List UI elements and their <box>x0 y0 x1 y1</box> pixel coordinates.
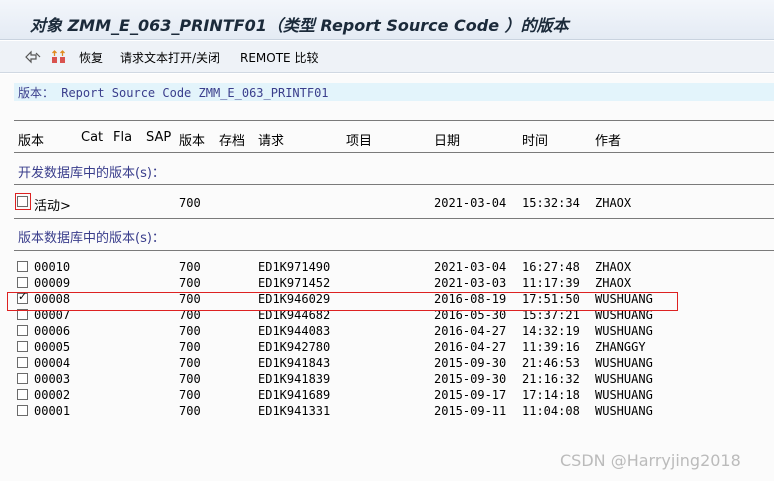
row-author: WUSHUANG <box>595 324 653 338</box>
row-checkbox[interactable] <box>17 277 28 288</box>
row-version[interactable]: 00006 <box>34 324 70 338</box>
row-checkbox[interactable] <box>17 261 28 272</box>
row-request: ED1K941843 <box>258 356 331 370</box>
active-author: ZHAOX <box>595 196 632 210</box>
row-time: 11:04:08 <box>522 404 580 418</box>
row-date: 2015-09-11 <box>434 404 507 418</box>
active-release: 700 <box>179 196 201 210</box>
row-version[interactable]: 00010 <box>34 260 70 274</box>
active-date: 2021-03-04 <box>434 196 507 210</box>
row-time: 21:46:53 <box>522 356 580 370</box>
col-sap[interactable]: SAP <box>146 130 171 145</box>
restore-icon[interactable] <box>50 49 68 65</box>
row-release: 700 <box>179 276 201 290</box>
col-author[interactable]: 作者 <box>595 130 621 149</box>
col-fla[interactable]: Fla <box>113 130 132 145</box>
col-archive[interactable]: 存档 <box>219 130 245 149</box>
row-request: ED1K941331 <box>258 404 331 418</box>
row-request: ED1K941839 <box>258 372 331 386</box>
divider <box>14 152 774 153</box>
db-section-label: 版本数据库中的版本(s)： <box>18 231 165 246</box>
version-header: 版本： Report Source Code ZMM_E_063_PRINTF0… <box>18 86 329 100</box>
toolbar: 恢复 请求文本打开/关闭 REMOTE 比较 <box>0 41 774 73</box>
row-author: WUSHUANG <box>595 404 653 418</box>
row-request: ED1K941689 <box>258 388 331 402</box>
row-request: ED1K971490 <box>258 260 331 274</box>
row-release: 700 <box>179 388 201 402</box>
row-checkbox[interactable] <box>17 373 28 384</box>
row-time: 11:39:16 <box>522 340 580 354</box>
row-author: ZHAOX <box>595 276 632 290</box>
row-checkbox[interactable] <box>17 357 28 368</box>
row-release: 700 <box>179 324 201 338</box>
watermark: CSDN @Harryjing2018 <box>560 451 741 470</box>
row-date: 2016-04-27 <box>434 340 507 354</box>
row-release: 700 <box>179 372 201 386</box>
row-time: 14:32:19 <box>522 324 580 338</box>
page-title: 对象 ZMM_E_063_PRINTF01（类型 Report Source C… <box>30 16 569 35</box>
row-time: 11:17:39 <box>522 276 580 290</box>
row-author: WUSHUANG <box>595 388 653 402</box>
row-author: ZHANGGY <box>595 340 646 354</box>
row-release: 700 <box>179 340 201 354</box>
col-date[interactable]: 日期 <box>434 130 460 149</box>
row-version[interactable]: 00005 <box>34 340 70 354</box>
title-bar: 对象 ZMM_E_063_PRINTF01（类型 Report Source C… <box>0 0 774 40</box>
row-date: 2015-09-17 <box>434 388 507 402</box>
col-request[interactable]: 请求 <box>258 130 284 149</box>
row-date: 2021-03-03 <box>434 276 507 290</box>
row-checkbox[interactable] <box>17 389 28 400</box>
divider <box>14 250 774 251</box>
row-request: ED1K944083 <box>258 324 331 338</box>
row-author: ZHAOX <box>595 260 632 274</box>
row-time: 17:14:18 <box>522 388 580 402</box>
active-version[interactable]: 活动> <box>34 195 71 214</box>
dev-section-label: 开发数据库中的版本(s)： <box>18 166 165 181</box>
col-cat[interactable]: Cat <box>81 130 103 145</box>
row-checkbox[interactable] <box>17 405 28 416</box>
divider <box>14 184 774 185</box>
row-version[interactable]: 00004 <box>34 356 70 370</box>
restore-button[interactable]: 恢复 <box>79 49 103 66</box>
row-checkbox[interactable] <box>17 341 28 352</box>
row-request: ED1K942780 <box>258 340 331 354</box>
request-text-toggle-button[interactable]: 请求文本打开/关闭 <box>120 49 220 66</box>
row-version[interactable]: 00003 <box>34 372 70 386</box>
col-project[interactable]: 项目 <box>346 130 372 149</box>
divider <box>14 218 774 219</box>
selected-row-highlight <box>7 292 678 311</box>
row-release: 700 <box>179 356 201 370</box>
row-date: 2015-09-30 <box>434 372 507 386</box>
row-time: 16:27:48 <box>522 260 580 274</box>
row-version[interactable]: 00002 <box>34 388 70 402</box>
row-version[interactable]: 00009 <box>34 276 70 290</box>
row-release: 700 <box>179 404 201 418</box>
row-author: WUSHUANG <box>595 372 653 386</box>
row-date: 2021-03-04 <box>434 260 507 274</box>
row-date: 2016-04-27 <box>434 324 507 338</box>
other-version-icon[interactable] <box>24 49 42 65</box>
row-checkbox[interactable] <box>17 325 28 336</box>
active-time: 15:32:34 <box>522 196 580 210</box>
remote-compare-button[interactable]: REMOTE 比较 <box>240 49 318 66</box>
row-author: WUSHUANG <box>595 356 653 370</box>
row-request: ED1K971452 <box>258 276 331 290</box>
active-row-checkbox[interactable] <box>17 196 28 207</box>
row-version[interactable]: 00001 <box>34 404 70 418</box>
col-release[interactable]: 版本 <box>179 130 205 149</box>
col-version[interactable]: 版本 <box>18 130 44 149</box>
divider <box>14 120 774 121</box>
row-date: 2015-09-30 <box>434 356 507 370</box>
row-time: 21:16:32 <box>522 372 580 386</box>
row-release: 700 <box>179 260 201 274</box>
col-time[interactable]: 时间 <box>522 130 548 149</box>
